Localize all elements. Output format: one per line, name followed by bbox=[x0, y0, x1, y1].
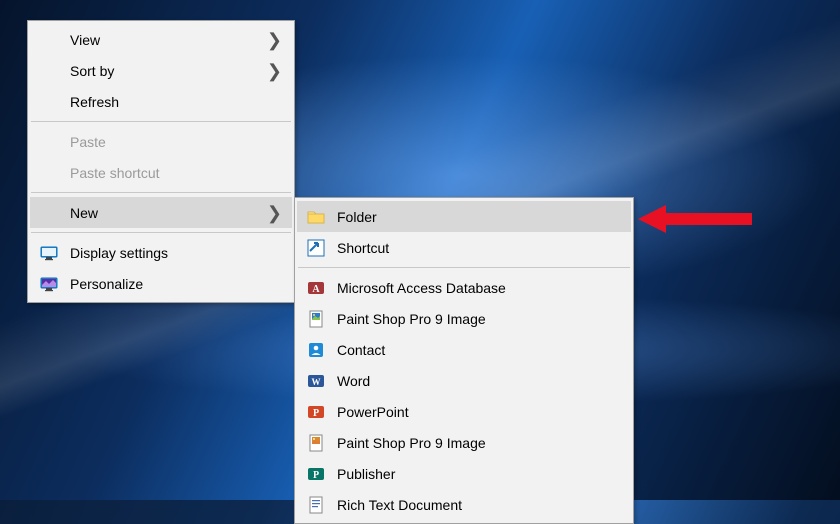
submenu-item-folder[interactable]: Folder bbox=[297, 201, 631, 232]
submenu-item-shortcut[interactable]: Shortcut bbox=[297, 232, 631, 263]
chevron-right-icon: ❯ bbox=[267, 31, 282, 49]
submenu-item-label: PowerPoint bbox=[337, 404, 621, 420]
submenu-item-rich-text[interactable]: Rich Text Document bbox=[297, 489, 631, 520]
submenu-item-publisher[interactable]: P Publisher bbox=[297, 458, 631, 489]
arrow-shaft bbox=[666, 213, 752, 225]
menu-item-paste-shortcut: Paste shortcut bbox=[30, 157, 292, 188]
contact-icon bbox=[307, 341, 337, 359]
menu-item-new[interactable]: New ❯ bbox=[30, 197, 292, 228]
submenu-item-psp-image-2[interactable]: Paint Shop Pro 9 Image bbox=[297, 427, 631, 458]
menu-item-sort-by[interactable]: Sort by ❯ bbox=[30, 55, 292, 86]
submenu-item-label: Shortcut bbox=[337, 240, 621, 256]
chevron-right-icon: ❯ bbox=[267, 62, 282, 80]
submenu-item-label: Folder bbox=[337, 209, 621, 225]
access-icon: A bbox=[307, 279, 337, 297]
menu-item-display-settings[interactable]: Display settings bbox=[30, 237, 292, 268]
submenu-item-label: Rich Text Document bbox=[337, 497, 621, 513]
menu-item-label: New bbox=[70, 205, 267, 221]
submenu-item-label: Paint Shop Pro 9 Image bbox=[337, 435, 621, 451]
submenu-item-label: Paint Shop Pro 9 Image bbox=[337, 311, 621, 327]
submenu-item-psp-image-1[interactable]: Paint Shop Pro 9 Image bbox=[297, 303, 631, 334]
svg-text:P: P bbox=[313, 408, 319, 419]
menu-separator bbox=[31, 232, 291, 233]
publisher-icon: P bbox=[307, 465, 337, 483]
submenu-item-powerpoint[interactable]: P PowerPoint bbox=[297, 396, 631, 427]
menu-item-label: Sort by bbox=[70, 63, 267, 79]
submenu-item-access[interactable]: A Microsoft Access Database bbox=[297, 272, 631, 303]
submenu-item-label: Publisher bbox=[337, 466, 621, 482]
menu-item-label: Display settings bbox=[70, 245, 282, 261]
submenu-item-contact[interactable]: Contact bbox=[297, 334, 631, 365]
psp-icon bbox=[307, 310, 337, 328]
svg-text:P: P bbox=[313, 470, 319, 481]
menu-item-label: Paste shortcut bbox=[70, 165, 282, 181]
menu-item-personalize[interactable]: Personalize bbox=[30, 268, 292, 299]
menu-item-paste: Paste bbox=[30, 126, 292, 157]
svg-text:A: A bbox=[312, 284, 320, 295]
personalize-icon bbox=[40, 275, 70, 293]
rtf-icon bbox=[307, 496, 337, 514]
submenu-item-label: Contact bbox=[337, 342, 621, 358]
submenu-item-word[interactable]: W Word bbox=[297, 365, 631, 396]
menu-separator bbox=[298, 267, 630, 268]
display-settings-icon bbox=[40, 244, 70, 262]
menu-item-refresh[interactable]: Refresh bbox=[30, 86, 292, 117]
arrow-head-icon bbox=[638, 205, 666, 233]
menu-item-label: Refresh bbox=[70, 94, 282, 110]
submenu-item-label: Microsoft Access Database bbox=[337, 280, 621, 296]
chevron-right-icon: ❯ bbox=[267, 204, 282, 222]
svg-text:W: W bbox=[312, 377, 321, 387]
menu-separator bbox=[31, 192, 291, 193]
menu-separator bbox=[31, 121, 291, 122]
word-icon: W bbox=[307, 372, 337, 390]
menu-item-label: Personalize bbox=[70, 276, 282, 292]
folder-icon bbox=[307, 208, 337, 226]
new-submenu: Folder Shortcut A Microsoft Access Datab… bbox=[294, 197, 634, 524]
desktop-context-menu: View ❯ Sort by ❯ Refresh Paste Paste sho… bbox=[27, 20, 295, 303]
shortcut-icon bbox=[307, 239, 337, 257]
menu-item-label: Paste bbox=[70, 134, 282, 150]
powerpoint-icon: P bbox=[307, 403, 337, 421]
psp-icon bbox=[307, 434, 337, 452]
submenu-item-label: Word bbox=[337, 373, 621, 389]
menu-item-view[interactable]: View ❯ bbox=[30, 24, 292, 55]
annotation-arrow bbox=[638, 205, 752, 233]
menu-item-label: View bbox=[70, 32, 267, 48]
